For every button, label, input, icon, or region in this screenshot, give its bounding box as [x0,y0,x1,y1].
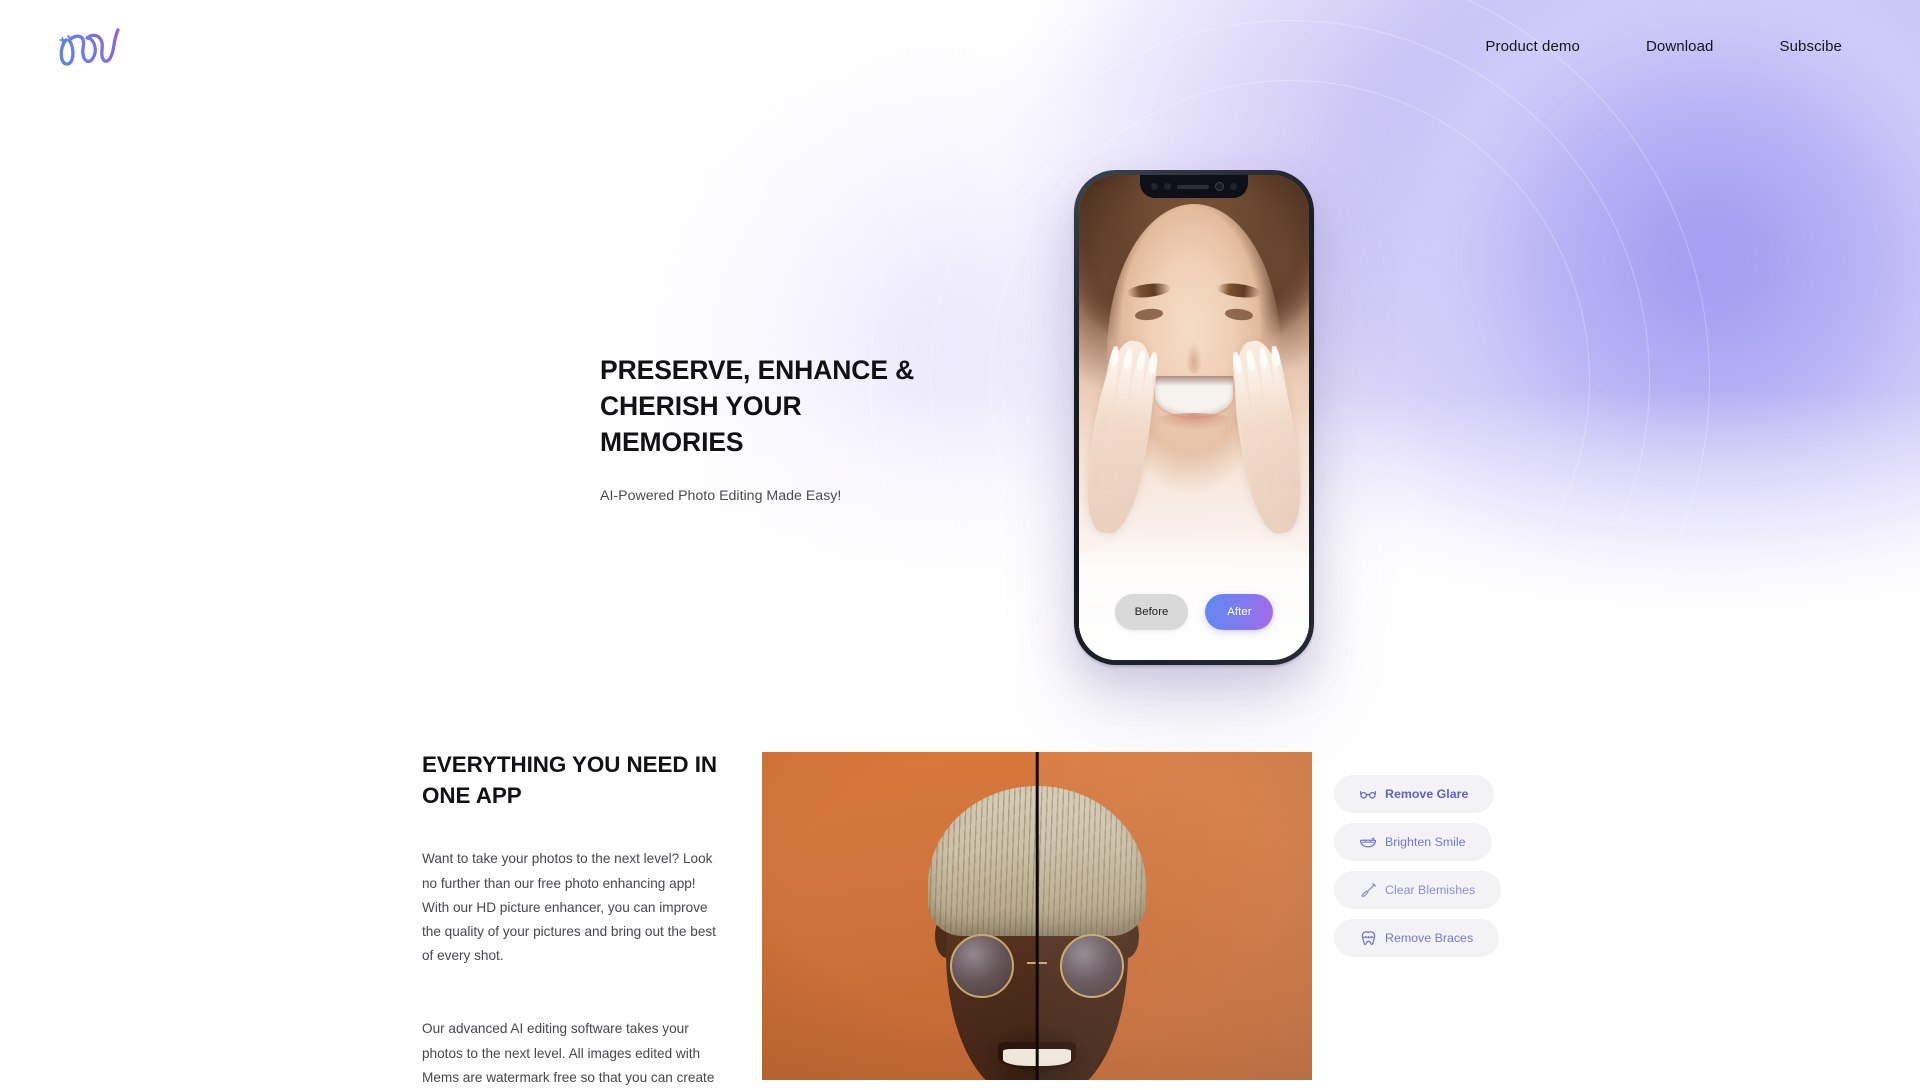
after-button[interactable]: After [1205,594,1274,630]
smile-teeth-icon [1360,834,1376,850]
features-title-line-1: EVERYTHING YOU NEED IN [422,752,718,777]
feature-clear-blemishes[interactable]: Clear Blemishes [1334,871,1502,909]
nav-download[interactable]: Download [1646,39,1714,54]
main-navigation: Product demo Download Subscibe [1485,39,1860,54]
feature-remove-braces-label: Remove Braces [1385,931,1474,945]
tooth-braces-icon [1360,930,1376,946]
feature-buttons-list: Remove Glare Brighten Smile Clear Blemis… [1334,775,1534,957]
before-button[interactable]: Before [1114,594,1189,630]
hero-title-line-2: CHERISH YOUR MEMORIES [600,391,802,458]
phone-notch [1140,175,1248,198]
hero-section: PRESERVE, ENHANCE & CHERISH YOUR MEMORIE… [0,0,1920,690]
phone-screen: Before After [1079,175,1309,660]
mems-loop-logo-icon [59,28,120,66]
features-title: EVERYTHING YOU NEED IN ONE APP [422,750,722,811]
phone-screen-photo [1079,175,1309,660]
notch-camera-icon [1215,182,1224,191]
nav-product-demo[interactable]: Product demo [1485,39,1580,54]
phone-mockup: Before After [1074,170,1314,665]
features-paragraph-1: Want to take your photos to the next lev… [422,851,716,964]
nav-subscribe[interactable]: Subscibe [1779,39,1842,54]
hero-copy: PRESERVE, ENHANCE & CHERISH YOUR MEMORIE… [600,352,940,507]
feature-remove-glare-label: Remove Glare [1385,787,1469,801]
features-text-column: EVERYTHING YOU NEED IN ONE APP Want to t… [422,750,722,1090]
notch-sensor-secondary-icon [1164,183,1171,190]
features-title-line-2: ONE APP [422,782,522,808]
before-after-split-photo [762,752,1312,1080]
feature-remove-glare[interactable]: Remove Glare [1334,775,1495,813]
site-header: Product demo Download Subscibe [0,0,1920,92]
brush-icon [1360,882,1376,898]
hero-subtitle: AI-Powered Photo Editing Made Easy! [600,488,842,505]
notch-sensor-icon [1151,183,1158,190]
notch-speaker-icon [1177,184,1209,189]
feature-brighten-smile-label: Brighten Smile [1385,835,1466,849]
feature-brighten-smile[interactable]: Brighten Smile [1334,823,1492,861]
glasses-icon [1360,786,1376,802]
hero-title: PRESERVE, ENHANCE & CHERISH YOUR MEMORIE… [600,352,940,460]
hero-title-line-1: PRESERVE, ENHANCE & [600,355,915,385]
brand-logo[interactable] [56,16,122,76]
feature-clear-blemishes-label: Clear Blemishes [1385,883,1476,897]
before-after-toggle: Before After [1079,594,1309,630]
notch-sensor-tertiary-icon [1230,183,1237,190]
before-after-divider[interactable] [1035,752,1039,1080]
feature-remove-braces[interactable]: Remove Braces [1334,919,1500,957]
features-paragraph-2: Our advanced AI editing software takes y… [422,1021,715,1085]
